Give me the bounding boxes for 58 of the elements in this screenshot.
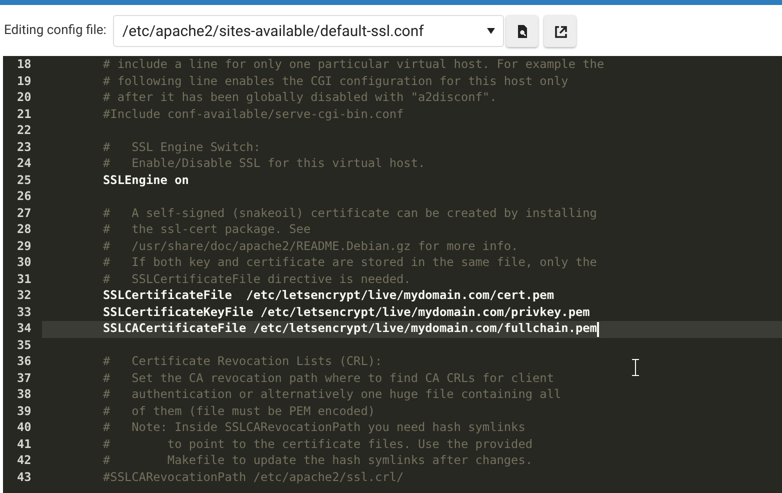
line-number: 35 [16,336,32,354]
caret-icon [487,28,496,34]
line-number: 18 [16,56,32,74]
field-label: Editing config file: [4,22,106,40]
line-number: 31 [16,270,32,288]
line-number: 40 [16,419,32,436]
code-comment: # A self-signed (snakeoil) certificate can be created by installing [103,204,597,222]
code-comment: # Note: Inside SSLCARevocationPath you need hash symlinks [103,419,526,436]
code-comment: # Certificate Revocation Lists (CRL): [103,353,382,370]
line-number: 28 [16,221,32,238]
code-comment: # /usr/share/doc/apache2/README.Debian.gz for more info. [103,238,518,255]
code-directive: SSLCertificateFile /etc/letsencrypt/live/mydomain.com/cert.pem [103,287,554,304]
line-number: 24 [16,155,32,172]
code-comment: #SSLCARevocationPath /etc/apache2/ssl.crl/ [103,468,404,486]
line-number: 38 [16,386,32,404]
line-number: 34 [16,320,32,338]
text-cursor-icon [632,359,639,376]
line-number: 36 [16,353,32,370]
line-number: 33 [16,304,32,321]
line-number: 22 [16,122,32,140]
code-directive: SSLCACertificateFile /etc/letsencrypt/live/mydomain.com/fullchain.pem [103,320,597,338]
line-number: 41 [16,436,32,453]
line-number: 39 [16,402,32,420]
line-number: 26 [16,188,32,206]
line-number: 23 [16,138,32,156]
code-editor[interactable] [3,56,782,493]
code-comment: # include a line for only one particular virtual host. For example the [103,56,604,74]
line-number: 19 [16,72,32,90]
line-number: 29 [16,238,32,255]
code-comment: # If both key and certificate are stored in the same file, only the [103,254,597,272]
code-directive: SSLEngine on [103,172,189,189]
code-comment: # following line enables the CGI configuration for this host only [103,72,568,90]
code-comment: # SSLCertificateFile directive is needed. [103,270,411,288]
code-comment: #Include conf-available/serve-cgi-bin.conf [103,106,404,123]
line-number: 27 [16,204,32,222]
code-comment: # SSL Engine Switch: [103,138,260,156]
file-select[interactable]: /etc/apache2/sites-available/default-ssl.conf [113,15,504,47]
line-number: 30 [16,254,32,272]
text-caret [596,322,599,337]
preview-button[interactable] [506,15,538,47]
code-comment: # the ssl-cert package. See [103,221,311,238]
code-directive: SSLCertificateKeyFile /etc/letsencrypt/live/mydomain.com/privkey.pem [103,304,590,321]
code-comment: # to point to the certificate files. Use the provided [103,436,533,453]
code-comment: # authentication or alternatively one huge file containing all [103,386,562,404]
line-number: 25 [16,172,32,189]
code-comment: # after it has been globally disabled with "a2disconf". [103,89,497,106]
line-number: 21 [16,106,32,123]
open-external-button[interactable] [544,15,576,47]
code-comment: # Enable/Disable SSL for this virtual host. [103,155,426,172]
code-comment: # of them (file must be PEM encoded) [103,402,376,420]
code-comment: # Set the CA revocation path where to find CA CRLs for client [103,370,554,387]
line-number: 42 [16,452,32,470]
external-link-icon [552,24,568,38]
line-number: 20 [16,89,32,106]
line-number: 32 [16,287,32,304]
line-number: 43 [16,468,32,486]
line-number: 37 [16,370,32,387]
code-comment: # Makefile to update the hash symlinks after changes. [103,452,533,470]
